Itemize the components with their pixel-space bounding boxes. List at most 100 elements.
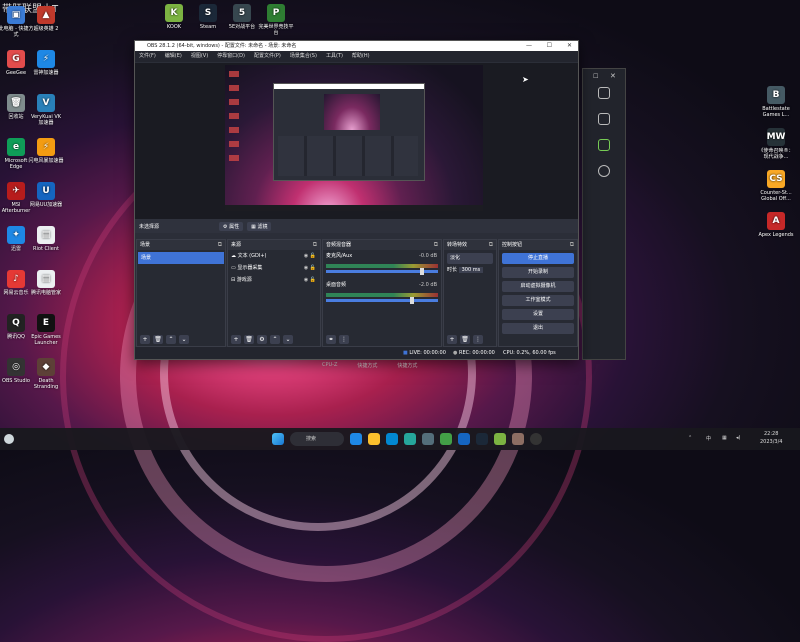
- exit-button[interactable]: 退出: [502, 323, 574, 334]
- add-icon[interactable]: +: [447, 334, 457, 344]
- eye-lock-icons[interactable]: ◉ 🔓: [304, 274, 316, 286]
- close-button[interactable]: ✕: [567, 41, 572, 51]
- slider-handle[interactable]: [410, 297, 414, 304]
- desktop-icon[interactable]: ⚡ 闪电风暴加速器: [28, 138, 64, 164]
- tray-date[interactable]: 2023/3/4: [760, 439, 782, 445]
- network-icon[interactable]: ▦: [722, 435, 727, 441]
- add-icon[interactable]: +: [231, 334, 241, 344]
- app-icon: B: [767, 86, 785, 104]
- preview-area[interactable]: [135, 63, 578, 219]
- undock-icon[interactable]: ⧉: [434, 240, 438, 250]
- link-icon[interactable]: ⚭: [326, 334, 336, 344]
- app-taskbar-icon[interactable]: [458, 433, 470, 445]
- desktop-icon[interactable]: CS Counter-St... Global Off...: [758, 170, 794, 202]
- menu-dots-icon[interactable]: ⋮: [473, 334, 483, 344]
- arrow-up-icon[interactable]: ⌃: [166, 334, 176, 344]
- menu-tools[interactable]: 工具(T): [326, 51, 343, 62]
- filters-button[interactable]: ▦ 滤镜: [247, 221, 272, 231]
- app-taskbar-icon[interactable]: [512, 433, 524, 445]
- menu-help[interactable]: 帮助(H): [352, 51, 370, 62]
- search-icon[interactable]: [598, 165, 610, 177]
- obs-taskbar-icon[interactable]: [530, 433, 542, 445]
- undock-icon[interactable]: ⧉: [489, 240, 493, 250]
- menu-edit[interactable]: 编辑(E): [165, 51, 182, 62]
- maximize-button[interactable]: ☐: [547, 41, 552, 51]
- taskbar-search[interactable]: 搜索: [290, 432, 344, 446]
- minimize-button[interactable]: —: [526, 41, 532, 51]
- undock-icon[interactable]: ⧉: [570, 240, 574, 250]
- store-taskbar-icon[interactable]: [386, 433, 398, 445]
- desktop-icon[interactable]: V VeryKuai VK 加速器: [28, 94, 64, 126]
- menu-profile[interactable]: 配置文件(P): [254, 51, 281, 62]
- app-taskbar-icon[interactable]: [404, 433, 416, 445]
- trash-icon[interactable]: 🗑: [153, 334, 163, 344]
- arrow-down-icon[interactable]: ⌄: [283, 334, 293, 344]
- desktop-icon[interactable]: ◆ Death Stranding: [28, 358, 64, 390]
- side-window[interactable]: ☐ ✕: [582, 68, 626, 360]
- volume-slider[interactable]: [326, 268, 438, 275]
- desktop-icon[interactable]: ▲ 超级英雄 2: [28, 6, 64, 32]
- desktop-icon[interactable]: E Epic Games Launcher: [28, 314, 64, 346]
- desktop-icon[interactable]: MW 《使命召唤®：现代战争...: [758, 128, 794, 160]
- explorer-taskbar-icon[interactable]: [368, 433, 380, 445]
- menu-scene-collection[interactable]: 场景集合(S): [290, 51, 317, 62]
- desktop-icon[interactable]: B Battlestate Games L...: [758, 86, 794, 118]
- app-taskbar-icon[interactable]: [422, 433, 434, 445]
- chevron-up-icon[interactable]: ⌃: [688, 435, 692, 441]
- desktop-icon[interactable]: A Apex Legends: [758, 212, 794, 238]
- app-taskbar-icon[interactable]: [440, 433, 452, 445]
- bell-icon[interactable]: [598, 87, 610, 99]
- arrow-down-icon[interactable]: ⌄: [179, 334, 189, 344]
- desktop-icon[interactable]: U 网易UU加速器: [28, 182, 64, 208]
- duration-input[interactable]: 300 ms: [458, 267, 484, 273]
- menu-docks[interactable]: 停靠窗口(D): [217, 51, 245, 62]
- slider-handle[interactable]: [420, 268, 424, 275]
- source-item[interactable]: ☁ 文本 (GDI+) ◉ 🔓: [228, 250, 320, 262]
- menu-dots-icon[interactable]: ⋮: [339, 334, 349, 344]
- trash-icon[interactable]: 🗑: [244, 334, 254, 344]
- tray-time[interactable]: 22:28: [764, 431, 778, 437]
- transition-select[interactable]: 淡化: [447, 253, 493, 264]
- ime-indicator[interactable]: 中: [706, 435, 711, 442]
- tag-icon[interactable]: [598, 113, 610, 125]
- desktop-icon[interactable]: ⚡ 雷神加速器: [28, 50, 64, 76]
- desktop-icon[interactable]: 5 5E对战平台: [224, 4, 260, 30]
- windows-start-icon[interactable]: [272, 433, 284, 445]
- obs-titlebar[interactable]: OBS 28.1.2 (64-bit, windows) - 配置文件: 未命名…: [135, 41, 578, 51]
- gear-icon[interactable]: ⚙: [257, 334, 267, 344]
- weather-icon[interactable]: [4, 434, 14, 444]
- eye-lock-icons[interactable]: ◉ 🔓: [304, 262, 316, 274]
- trash-icon[interactable]: 🗑: [460, 334, 470, 344]
- preview-canvas[interactable]: [225, 65, 483, 211]
- desktop-icon[interactable]: ▤ 腾讯电脑管家: [28, 270, 64, 296]
- settings-button[interactable]: 设置: [502, 309, 574, 320]
- properties-button[interactable]: ⚙ 属性: [219, 221, 244, 231]
- undock-icon[interactable]: ⧉: [218, 240, 222, 250]
- eye-lock-icons[interactable]: ◉ 🔓: [304, 250, 316, 262]
- menu-file[interactable]: 文件(F): [139, 51, 156, 62]
- scene-item[interactable]: 场景: [138, 252, 224, 264]
- desktop-icon[interactable]: K KOOK: [156, 4, 192, 30]
- studio-mode-button[interactable]: 工作室模式: [502, 295, 574, 306]
- start-recording-button[interactable]: 开始录制: [502, 267, 574, 278]
- obs-window[interactable]: OBS 28.1.2 (64-bit, windows) - 配置文件: 未命名…: [134, 40, 579, 360]
- side-window-close[interactable]: ✕: [610, 72, 616, 80]
- desktop-icon[interactable]: S Steam: [190, 4, 226, 30]
- volume-slider[interactable]: [326, 297, 438, 304]
- side-window-restore[interactable]: ☐: [593, 73, 598, 80]
- virtual-camera-button[interactable]: 启动虚拟摄像机: [502, 281, 574, 292]
- source-item[interactable]: ▭ 显示器采集 ◉ 🔓: [228, 262, 320, 274]
- volume-icon[interactable]: ◂): [736, 435, 740, 441]
- kook-taskbar-icon[interactable]: [494, 433, 506, 445]
- undock-icon[interactable]: ⧉: [313, 240, 317, 250]
- desktop-icon[interactable]: ▤ Riot Client: [28, 226, 64, 252]
- menu-view[interactable]: 视图(V): [191, 51, 208, 62]
- stop-streaming-button[interactable]: 停止直播: [502, 253, 574, 264]
- desktop-icon[interactable]: P 完美世界竞技平台: [258, 4, 294, 36]
- steam-taskbar-icon[interactable]: [476, 433, 488, 445]
- source-item[interactable]: ⊟ 游戏源 ◉ 🔓: [228, 274, 320, 286]
- people-icon[interactable]: [598, 139, 610, 151]
- edge-taskbar-icon[interactable]: [350, 433, 362, 445]
- add-icon[interactable]: +: [140, 334, 150, 344]
- arrow-up-icon[interactable]: ⌃: [270, 334, 280, 344]
